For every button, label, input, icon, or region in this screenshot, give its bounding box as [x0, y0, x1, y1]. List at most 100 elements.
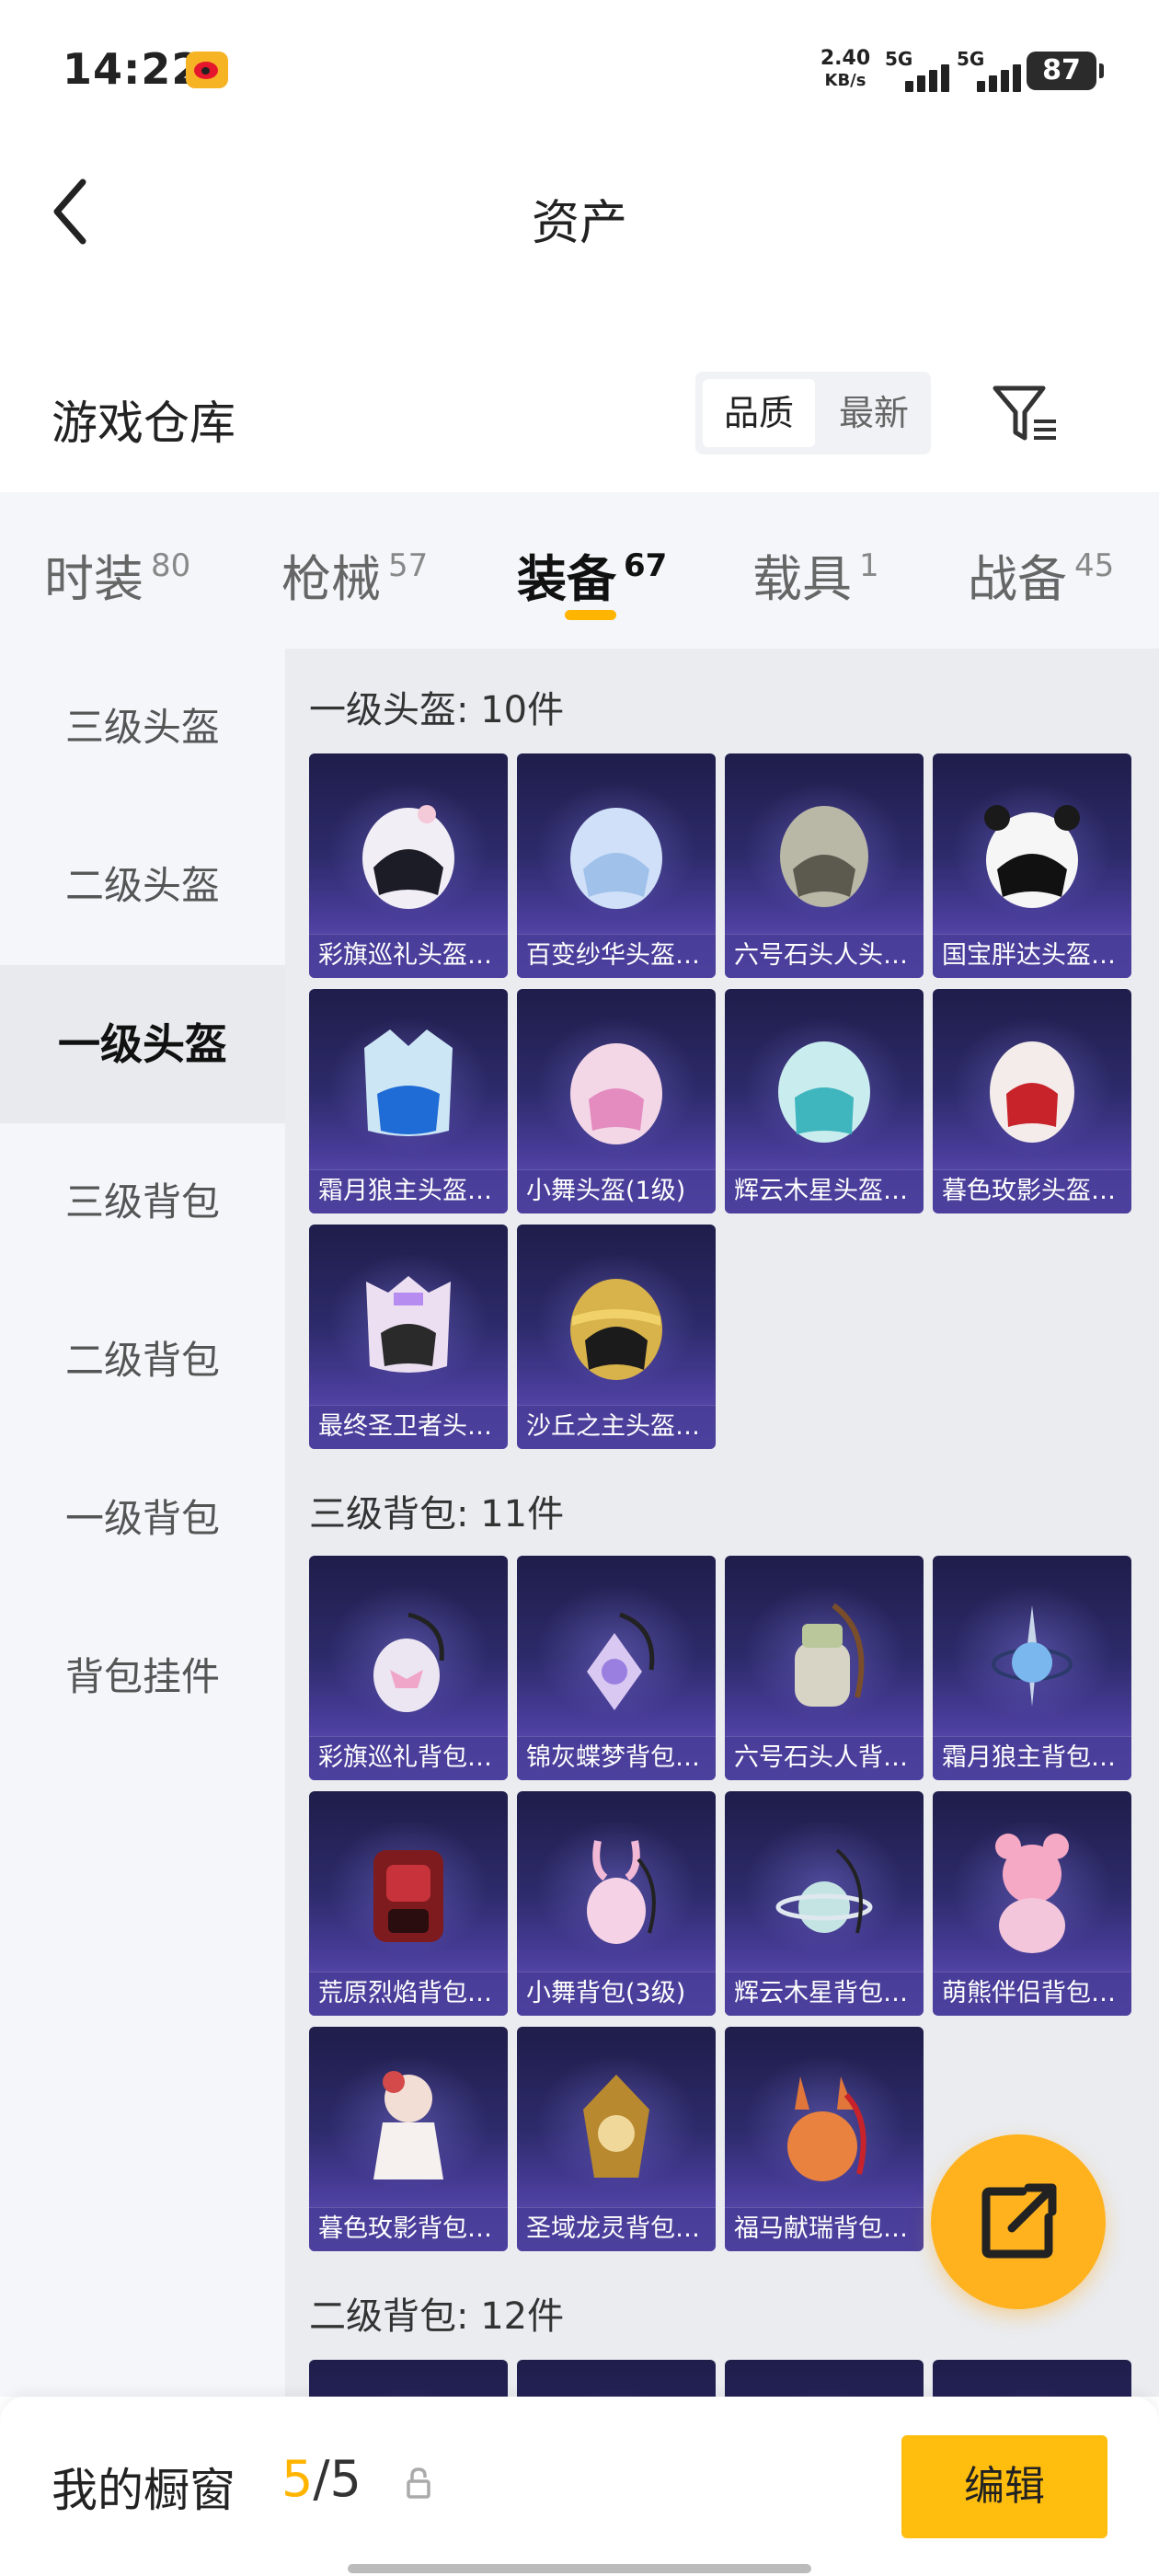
status-time: 14:22	[63, 44, 202, 94]
tab-supplies[interactable]: 战备 45	[968, 538, 1114, 611]
backpack-icon	[373, 1850, 443, 1942]
item-name: 暮色玫影头盔(1级)	[933, 1169, 1131, 1213]
sim2-label: 5G	[957, 48, 985, 70]
net-speed-unit: KB/s	[824, 71, 866, 90]
sidebar: 三级头盔 二级头盔 一级头盔 三级背包 二级背包 一级背包 背包挂件	[0, 649, 285, 2397]
helmet-icon	[570, 1043, 662, 1144]
item-card[interactable]: 最终圣卫者头盔(1级)	[309, 1225, 508, 1449]
item-card[interactable]: 小舞背包(3级)	[517, 1791, 716, 2016]
filter-icon[interactable]	[990, 381, 1060, 445]
helmet-icon	[362, 805, 454, 909]
item-card[interactable]: 荒原烈焰背包(3级)	[309, 1791, 508, 2016]
tab-equipment[interactable]: 装备 67	[517, 538, 667, 611]
backpack-icon	[587, 1612, 655, 1710]
item-card[interactable]: 百变纱华头盔(1级)	[517, 753, 716, 978]
sidebar-item-backpack-charm[interactable]: 背包挂件	[0, 1598, 285, 1756]
tab-vehicles[interactable]: 载具 1	[752, 538, 879, 611]
item-card[interactable]	[309, 2360, 508, 2397]
item-card[interactable]: 国宝胖达头盔(1级)	[933, 753, 1131, 978]
network-speed: 2.40 KB/s	[817, 48, 874, 92]
item-card[interactable]: 彩旗巡礼背包(3级)	[309, 1556, 508, 1780]
item-name: 霜月狼主背包(3级)	[933, 1736, 1131, 1780]
tab-fashion[interactable]: 时装 80	[44, 538, 190, 611]
sidebar-item-level2-backpack[interactable]: 二级背包	[0, 1282, 285, 1440]
helmet-icon	[780, 806, 868, 907]
item-card[interactable]: 彩旗巡礼头盔(1级)	[309, 753, 508, 978]
backpack-icon	[995, 1834, 1069, 1953]
backpack-icon	[775, 1848, 873, 1934]
backpack-icon	[795, 1603, 865, 1707]
showcase-bar: 我的橱窗 5/5 编辑	[0, 2397, 1159, 2576]
item-name: 福马献瑞背包(3级)	[725, 2207, 924, 2251]
item-card[interactable]: 沙丘之主头盔(1级)	[517, 1225, 716, 1449]
weibo-notification-icon	[186, 52, 228, 88]
item-name: 六号石头人背包(3级)	[725, 1736, 924, 1780]
helmet-icon	[366, 1276, 451, 1373]
sim1-label: 5G	[885, 48, 913, 70]
backpack-icon	[583, 2075, 649, 2178]
item-name: 萌熊伴侣背包(3级)	[933, 1972, 1131, 2016]
edit-button[interactable]: 编辑	[901, 2435, 1107, 2538]
section-title: 游戏仓库	[52, 397, 235, 450]
helmet-icon	[364, 1029, 453, 1136]
backpack-icon	[373, 1612, 444, 1712]
item-card[interactable]: 暮色玫影头盔(1级)	[933, 989, 1131, 1213]
helmet-icon	[570, 1279, 662, 1380]
group-title: 一级头盔: 10件	[309, 689, 565, 731]
item-name: 彩旗巡礼头盔(1级)	[309, 934, 508, 978]
sidebar-item-level1-helmet[interactable]: 一级头盔	[0, 965, 285, 1123]
sidebar-item-level3-helmet[interactable]: 三级头盔	[0, 649, 285, 807]
item-card[interactable]: 霜月狼主头盔(1级)	[309, 989, 508, 1213]
item-name: 小舞背包(3级)	[517, 1972, 716, 2016]
item-card[interactable]: 小舞头盔(1级)	[517, 989, 716, 1213]
category-tabs: 时装 80 枪械 57 装备 67 载具 1 战备 45	[0, 492, 1159, 649]
item-name: 沙丘之主头盔(1级)	[517, 1405, 716, 1449]
item-name: 辉云木星背包(3级)	[725, 1972, 924, 2016]
sidebar-item-level3-backpack[interactable]: 三级背包	[0, 1123, 285, 1282]
item-card[interactable]: 萌熊伴侣背包(3级)	[933, 1791, 1131, 2016]
home-indicator[interactable]	[348, 2564, 811, 2573]
item-card[interactable]: 暮色玫影背包(3级)	[309, 2027, 508, 2251]
battery-icon: 87	[1027, 52, 1104, 90]
item-card[interactable]: 六号石头人背包(3级)	[725, 1556, 924, 1780]
item-card[interactable]: 圣域龙灵背包(3级)	[517, 2027, 716, 2251]
item-name: 百变纱华头盔(1级)	[517, 934, 716, 978]
status-bar: 14:22 2.40 KB/s 5G 5G 87	[0, 0, 1159, 138]
lock-icon	[407, 2467, 430, 2499]
item-card[interactable]	[725, 2360, 924, 2397]
helmet-icon	[570, 808, 662, 909]
sort-toggle: 品质 最新	[695, 372, 931, 454]
sidebar-item-level1-backpack[interactable]: 一级背包	[0, 1440, 285, 1598]
item-card[interactable]: 锦灰蝶梦背包(3级)	[517, 1556, 716, 1780]
item-name: 国宝胖达头盔(1级)	[933, 934, 1131, 978]
item-name: 荒原烈焰背包(3级)	[309, 1972, 508, 2016]
backpack-icon	[787, 2076, 866, 2181]
item-card[interactable]	[933, 2360, 1131, 2397]
backpack-icon	[992, 1605, 1073, 1707]
signal-1-icon: 5G	[885, 48, 953, 92]
item-name: 六号石头人头盔(1级)	[725, 934, 924, 978]
helmet-icon	[984, 805, 1080, 908]
item-card[interactable]: 辉云木星头盔(1级)	[725, 989, 924, 1213]
active-tab-indicator	[565, 610, 616, 620]
share-button[interactable]	[931, 2134, 1106, 2309]
item-card[interactable]: 辉云木星背包(3级)	[725, 1791, 924, 2016]
net-speed-value: 2.40	[820, 47, 871, 70]
page-title: 资产	[531, 196, 627, 251]
item-name: 辉云木星头盔(1级)	[725, 1169, 924, 1213]
sidebar-item-level2-helmet[interactable]: 二级头盔	[0, 807, 285, 965]
item-card[interactable]: 霜月狼主背包(3级)	[933, 1556, 1131, 1780]
item-card[interactable]: 六号石头人头盔(1级)	[725, 753, 924, 978]
item-card[interactable]: 福马献瑞背包(3级)	[725, 2027, 924, 2251]
backpack-icon	[373, 2071, 443, 2179]
sort-by-quality[interactable]: 品质	[703, 379, 815, 447]
tab-firearms[interactable]: 枪械 57	[281, 538, 428, 611]
item-name: 霜月狼主头盔(1级)	[309, 1169, 508, 1213]
sort-by-newest[interactable]: 最新	[822, 379, 925, 447]
showcase-count: 5/5	[281, 2450, 361, 2508]
item-card[interactable]	[517, 2360, 716, 2397]
item-name: 圣域龙灵背包(3级)	[517, 2207, 716, 2251]
group-title: 二级背包: 12件	[309, 2295, 565, 2338]
showcase-label: 我的橱窗	[52, 2464, 235, 2517]
item-name: 锦灰蝶梦背包(3级)	[517, 1736, 716, 1780]
